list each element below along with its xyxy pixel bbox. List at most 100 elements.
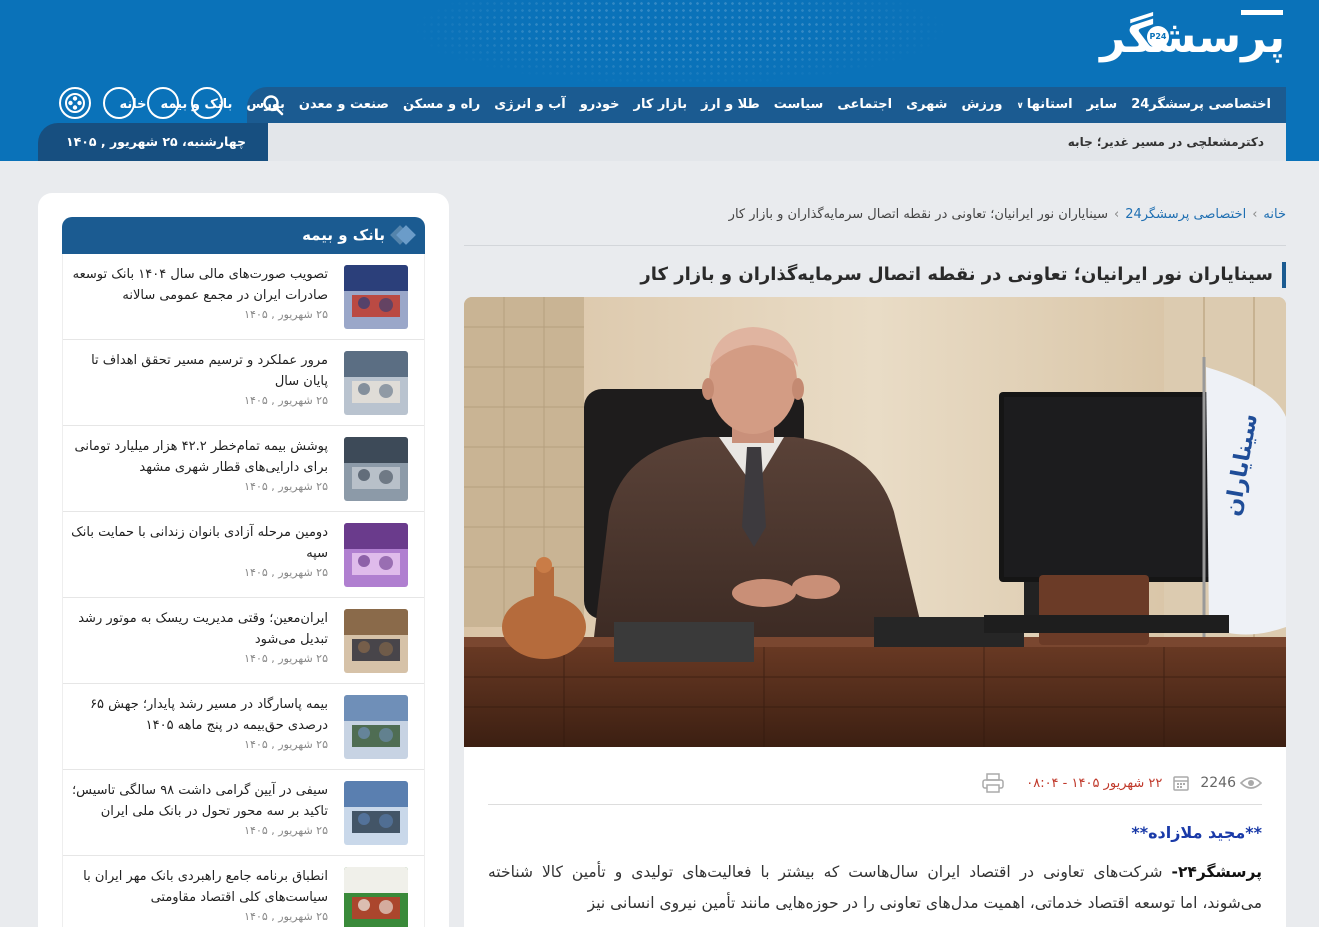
article-title: سینایاران نور ایرانیان؛ تعاونی در نقطه ا… [640, 262, 1286, 288]
aparat-icon[interactable] [59, 87, 91, 119]
nav-item-label: سیاست [773, 97, 824, 112]
breadcrumb-category[interactable]: اختصاصی پرسشگر24 [1125, 207, 1246, 222]
news-date: ۲۵ شهریور , ۱۴۰۵ [244, 652, 328, 665]
sidebar-news-item[interactable]: دومین مرحله آزادی بانوان زندانی با حمایت… [63, 512, 424, 598]
nav-item-label: آب و انرژی [494, 97, 566, 112]
nav-item[interactable]: بازار کار [626, 87, 694, 123]
lead-text: شرکت‌های تعاونی در اقتصاد ایران سال‌هاست… [488, 863, 1262, 912]
news-date: ۲۵ شهریور , ۱۴۰۵ [244, 308, 328, 321]
sidebar-news-item[interactable]: سیفی در آیین گرامی داشت ۹۸ سالگی تاسیس؛ … [63, 770, 424, 856]
nav-item[interactable]: سیاست [767, 87, 831, 123]
breadcrumb-separator: › [1252, 207, 1258, 222]
breadcrumb: خانه › اختصاصی پرسشگر24 › سینایاران نور ایرا… [729, 207, 1286, 222]
news-title[interactable]: دومین مرحله آزادی بانوان زندانی با حمایت… [68, 522, 328, 564]
news-date: ۲۵ شهریور , ۱۴۰۵ [244, 738, 328, 751]
main-nav: خانه بانک و بیمه بورس صنعت و معدن راه و مسکن… [119, 87, 1286, 123]
nav-item[interactable]: سایر [1080, 87, 1125, 123]
nav-item[interactable]: راه و مسکن [396, 87, 487, 123]
news-thumbnail[interactable] [344, 867, 408, 927]
nav-item-label: شهری [906, 97, 948, 112]
news-thumbnail[interactable] [344, 351, 408, 415]
news-date: ۲۵ شهریور , ۱۴۰۵ [244, 480, 328, 493]
divider [488, 804, 1262, 805]
sidebar-news-item[interactable]: پوشش بیمه تمام‌خطر ۴۲.۲ هزار میلیارد توم… [63, 426, 424, 512]
lead-source: پرسشگر۲۴- [1171, 863, 1263, 881]
logo-text: پرسشگر [1100, 12, 1287, 63]
chevron-down-icon: ∨ [1016, 100, 1024, 111]
nav-item[interactable]: بانک و بیمه [154, 87, 240, 123]
news-date: ۲۵ شهریور , ۱۴۰۵ [244, 566, 328, 579]
nav-item-label: طلا و ارز [701, 97, 760, 112]
view-count: 2246 [1200, 775, 1236, 791]
news-ticker[interactable]: دکترمشعلچی در مسیر غدیر؛ جابه [1068, 123, 1264, 161]
nav-item[interactable]: ورزش [954, 87, 1009, 123]
news-thumbnail[interactable] [344, 265, 408, 329]
article-date: ۲۲ شهریور ۱۴۰۵ - ۰۸:۰۴ [1026, 775, 1163, 791]
news-title[interactable]: مرور عملکرد و ترسیم مسیر تحقق اهداف تا پ… [68, 350, 328, 392]
article-lead: پرسشگر۲۴- شرکت‌های تعاونی در اقتصاد ایرا… [488, 857, 1262, 919]
news-title[interactable]: سیفی در آیین گرامی داشت ۹۸ سالگی تاسیس؛ … [68, 780, 328, 822]
site-header: پرسشگر P24 خانه بانک و بیمه بورس صنعت و معد… [0, 0, 1319, 161]
search-icon[interactable] [261, 93, 285, 117]
nav-item-label: اجتماعی [837, 97, 893, 112]
news-thumbnail[interactable] [344, 781, 408, 845]
divider [464, 245, 1286, 246]
news-title[interactable]: بیمه پاسارگاد در مسیر رشد پایدار؛ جهش ۶۵… [68, 694, 328, 736]
nav-item-label: استانها [1026, 96, 1073, 112]
eye-icon [1240, 777, 1262, 789]
nav-item-label: بازار کار [633, 97, 688, 112]
article-main: خانه › اختصاصی پرسشگر24 › سینایاران نور ایرا… [464, 193, 1286, 927]
sidebar-section-header: بانک و بیمه [62, 217, 425, 254]
nav-item-label: راه و مسکن [402, 97, 481, 112]
news-title[interactable]: پوشش بیمه تمام‌خطر ۴۲.۲ هزار میلیارد توم… [68, 436, 328, 478]
calendar-icon [1173, 776, 1190, 791]
news-title[interactable]: تصویب صورت‌های مالی سال ۱۴۰۴ بانک توسعه … [68, 264, 328, 306]
nav-item[interactable]: طلا و ارز [694, 87, 767, 123]
nav-item[interactable]: خودرو [573, 87, 627, 123]
nav-item[interactable]: صنعت و معدن [292, 87, 396, 123]
nav-item-label: اختصاصی پرسشگر24 [1131, 97, 1271, 112]
sidebar-section-title[interactable]: بانک و بیمه [302, 217, 385, 254]
article-author: **مجید ملازاده** [1131, 823, 1262, 842]
news-thumbnail[interactable] [344, 695, 408, 759]
news-thumbnail[interactable] [344, 437, 408, 501]
nav-item[interactable]: استانها∨ [1009, 87, 1079, 124]
sidebar-news-item[interactable]: مرور عملکرد و ترسیم مسیر تحقق اهداف تا پ… [63, 340, 424, 426]
news-date: ۲۵ شهریور , ۱۴۰۵ [244, 824, 328, 837]
sidebar: بانک و بیمه تصویب صورت‌های مالی سال ۱۴۰۴… [38, 193, 449, 927]
article-hero-image[interactable]: سینایاران [464, 297, 1286, 747]
nav-item-label: صنعت و معدن [298, 97, 389, 112]
nav-items: خانه بانک و بیمه بورس صنعت و معدن راه و مسکن… [112, 87, 1278, 123]
date-bar: چهارشنبه، ۲۵ شهریور , ۱۴۰۵ [38, 123, 268, 161]
nav-item-label: بانک و بیمه [160, 97, 233, 112]
news-date: ۲۵ شهریور , ۱۴۰۵ [244, 394, 328, 407]
news-thumbnail[interactable] [344, 609, 408, 673]
news-thumbnail[interactable] [344, 523, 408, 587]
sidebar-news-item[interactable]: بیمه پاسارگاد در مسیر رشد پایدار؛ جهش ۶۵… [63, 684, 424, 770]
news-title[interactable]: انطباق برنامه جامع راهبردی بانک مهر ایرا… [68, 866, 328, 908]
breadcrumb-home[interactable]: خانه [1263, 207, 1286, 222]
news-date: ۲۵ شهریور , ۱۴۰۵ [244, 910, 328, 923]
news-title[interactable]: ایران‌معین؛ وقتی مدیریت ریسک به موتور رش… [68, 608, 328, 650]
nav-item[interactable]: اختصاصی پرسشگر24 [1124, 87, 1278, 123]
breadcrumb-separator: › [1114, 207, 1120, 222]
sidebar-news-item[interactable]: تصویب صورت‌های مالی سال ۱۴۰۴ بانک توسعه … [63, 254, 424, 340]
print-icon[interactable] [982, 773, 1004, 793]
logo-badge: P24 [1147, 26, 1169, 48]
nav-item[interactable]: آب و انرژی [487, 87, 572, 123]
nav-item-label: خانه [119, 97, 147, 112]
site-logo[interactable]: پرسشگر P24 [1100, 8, 1287, 76]
article-body: 2246 ۲۲ شهریور ۱۴۰۵ - ۰۸:۰۴ **مجید ملازا… [464, 747, 1286, 927]
nav-item[interactable]: شهری [899, 87, 954, 123]
sidebar-news-list: تصویب صورت‌های مالی سال ۱۴۰۴ بانک توسعه … [62, 254, 425, 927]
nav-item-label: خودرو [579, 97, 620, 112]
world-map-decoration [400, 0, 960, 100]
nav-item-label: ورزش [961, 97, 1003, 112]
article-meta: 2246 ۲۲ شهریور ۱۴۰۵ - ۰۸:۰۴ [982, 773, 1262, 793]
nav-item-label: سایر [1086, 97, 1118, 112]
sidebar-news-item[interactable]: ایران‌معین؛ وقتی مدیریت ریسک به موتور رش… [63, 598, 424, 684]
nav-item[interactable]: اجتماعی [830, 87, 899, 123]
sidebar-news-item[interactable]: انطباق برنامه جامع راهبردی بانک مهر ایرا… [63, 856, 424, 927]
news-ticker-bar: دکترمشعلچی در مسیر غدیر؛ جابه [247, 123, 1286, 161]
nav-item[interactable]: خانه [112, 87, 153, 123]
